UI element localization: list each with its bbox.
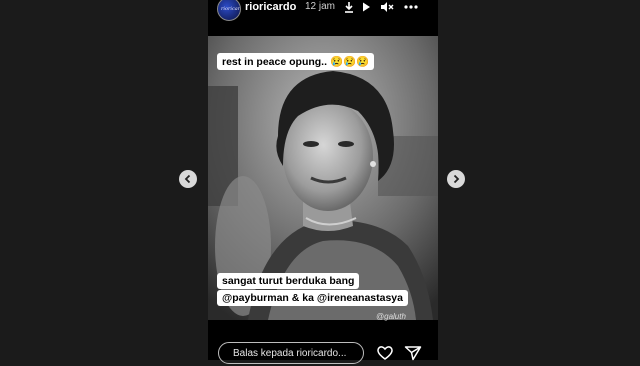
avatar-text: rioricardo xyxy=(221,6,241,12)
caption-line-2-middle: & ka xyxy=(288,292,317,304)
caption-line-1: sangat turut berduka bang xyxy=(217,273,360,289)
mention-payburman[interactable]: @payburman xyxy=(222,292,289,304)
story-viewer: rioricardo rioricardo 12 jam rest in pea… xyxy=(208,0,438,360)
caption-line-2: @payburman & ka @ireneanastasya xyxy=(217,290,408,306)
username[interactable]: rioricardo xyxy=(245,1,296,13)
next-story-button[interactable] xyxy=(447,170,465,188)
chevron-right-icon xyxy=(453,174,460,184)
more-icon[interactable] xyxy=(404,0,418,14)
avatar[interactable]: rioricardo xyxy=(217,0,241,21)
mute-icon[interactable] xyxy=(380,0,394,14)
timestamp: 12 jam xyxy=(305,1,336,12)
caption-top: rest in peace opung.. 😢😢😢 xyxy=(217,53,375,70)
story-header: rioricardo rioricardo 12 jam xyxy=(208,0,438,21)
download-icon[interactable] xyxy=(342,0,356,14)
reply-placeholder: Balas kepada rioricardo... xyxy=(233,348,347,359)
chevron-left-icon xyxy=(184,174,191,184)
mention-ireneanastasya[interactable]: @ireneanastasya xyxy=(317,292,403,304)
send-icon[interactable] xyxy=(404,345,422,361)
previous-story-button[interactable] xyxy=(179,170,197,188)
heart-icon[interactable] xyxy=(376,345,394,361)
reply-input[interactable]: Balas kepada rioricardo... xyxy=(218,342,364,364)
photo-watermark: @galuth xyxy=(376,312,406,321)
play-icon[interactable] xyxy=(359,0,373,14)
